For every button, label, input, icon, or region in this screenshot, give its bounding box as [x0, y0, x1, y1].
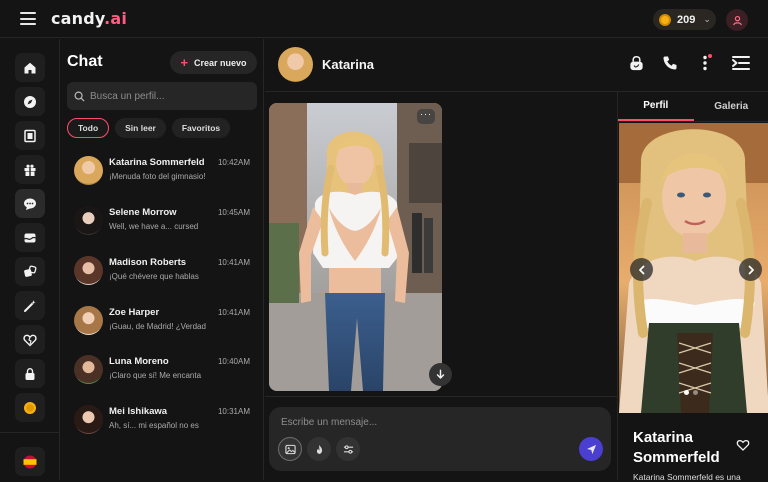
conversation-preview: ¡Guau, de Madrid! ¿Verdad [109, 322, 214, 331]
chat-main: Katarina [265, 39, 617, 480]
chat-photo-message[interactable] [269, 103, 442, 391]
search-icon [74, 91, 85, 102]
profile-panel: Perfil Galeria [617, 92, 768, 480]
conversation-time: 10:31AM [218, 407, 250, 416]
gallery-dot[interactable] [693, 390, 698, 395]
send-icon [586, 444, 597, 455]
filter-favorites[interactable]: Favoritos [172, 118, 230, 138]
chevron-right-icon[interactable] [739, 258, 762, 281]
coin-icon[interactable] [15, 393, 45, 422]
search-placeholder: Busca un perfil... [90, 91, 164, 102]
rail-divider [0, 432, 60, 433]
flag-es-icon[interactable] [15, 447, 45, 476]
gift-icon[interactable] [15, 155, 45, 184]
menu-icon[interactable] [20, 12, 36, 25]
cards-icon[interactable] [15, 223, 45, 252]
avatar [74, 355, 103, 384]
conversation-name: Katarina Sommerfeld [109, 157, 205, 168]
user-account-button[interactable] [726, 9, 748, 31]
contact-avatar[interactable] [278, 47, 313, 82]
logo-suffix: .ai [104, 9, 127, 28]
tab-profile[interactable]: Perfil [618, 92, 694, 121]
filter-unread[interactable]: Sin leer [115, 118, 166, 138]
profile-description: Katarina Sommerfeld es una [633, 472, 763, 482]
top-bar: candy.ai 209 ⌄ [0, 0, 768, 38]
image-icon[interactable] [278, 437, 302, 461]
avatar [74, 405, 103, 434]
avatar [74, 156, 103, 185]
chevron-down-icon: ⌄ [703, 14, 711, 25]
conversation-name: Madison Roberts [109, 257, 186, 268]
filter-all[interactable]: Todo [67, 118, 109, 138]
conversation-name: Mei Ishikawa [109, 406, 167, 417]
coin-icon [659, 14, 671, 26]
create-new-label: Crear nuevo [194, 58, 247, 68]
avatar [74, 206, 103, 235]
conversation-preview: ¡Menuda foto del gimnasio! [109, 172, 214, 181]
sliders-icon[interactable] [336, 437, 360, 461]
favorite-heart-icon[interactable] [736, 438, 753, 455]
gallery-dot[interactable] [684, 390, 689, 395]
create-new-button[interactable]: + Crear nuevo [170, 51, 257, 74]
conversation-time: 10:41AM [218, 308, 250, 317]
contact-name[interactable]: Katarina [322, 57, 374, 72]
lock-icon[interactable] [15, 359, 45, 388]
conversation-time: 10:41AM [218, 258, 250, 267]
conversation-item[interactable]: Zoe Harper 10:41AM ¡Guau, de Madrid! ¿Ve… [74, 302, 259, 342]
compass-icon[interactable] [15, 87, 45, 116]
profile-name: Katarina Sommerfeld [633, 428, 733, 468]
collapse-panel-icon[interactable] [731, 53, 751, 73]
conversation-item[interactable]: Mei Ishikawa 10:31AM Ah, sí... mi españo… [74, 401, 259, 441]
logo-text: candy [51, 9, 104, 28]
profile-tabs: Perfil Galeria [618, 92, 768, 122]
send-button[interactable] [579, 437, 603, 461]
phone-icon[interactable] [660, 53, 680, 73]
conversation-item[interactable]: Selene Morrow 10:45AM Well, we have a...… [74, 202, 259, 242]
plus-icon: + [180, 55, 188, 70]
download-icon[interactable] [429, 363, 452, 386]
conversation-name: Zoe Harper [109, 307, 159, 318]
gallery-dots [684, 390, 698, 395]
chat-list-title: Chat [67, 53, 103, 71]
logo[interactable]: candy.ai [51, 9, 127, 28]
lock-icon[interactable] [626, 53, 646, 73]
film-icon[interactable] [15, 121, 45, 150]
home-icon[interactable] [15, 53, 45, 82]
chevron-left-icon[interactable] [630, 258, 653, 281]
user-icon [732, 15, 743, 26]
conversation-item[interactable]: Katarina Sommerfeld 10:42AM ¡Menuda foto… [74, 152, 259, 192]
message-input-placeholder: Escribe un mensaje... [281, 417, 377, 428]
more-vertical-icon[interactable] [695, 53, 715, 73]
conversation-item[interactable]: Luna Moreno 10:40AM ¡Claro que sí! Me en… [74, 351, 259, 391]
conversation-preview: ¡Qué chévere que hablas [109, 272, 214, 281]
magic-wand-icon[interactable] [15, 291, 45, 320]
message-composer[interactable]: Escribe un mensaje... [269, 407, 611, 471]
conversation-name: Luna Moreno [109, 356, 169, 367]
dice-icon[interactable] [15, 257, 45, 286]
search-input[interactable]: Busca un perfil... [67, 82, 257, 110]
conversation-item[interactable]: Madison Roberts 10:41AM ¡Qué chévere que… [74, 252, 259, 292]
filter-chips: Todo Sin leer Favoritos [67, 118, 230, 138]
coin-balance-button[interactable]: 209 ⌄ [653, 9, 716, 30]
chat-bubble-icon[interactable] [15, 189, 45, 218]
conversation-preview: Well, we have a... cursed [109, 222, 214, 231]
conversation-preview: Ah, sí... mi español no es [109, 421, 214, 430]
conversation-name: Selene Morrow [109, 207, 177, 218]
tab-gallery[interactable]: Galeria [694, 92, 768, 121]
avatar [74, 306, 103, 335]
fire-icon[interactable] [307, 437, 331, 461]
chat-header: Katarina [265, 39, 768, 92]
composer-divider [265, 396, 617, 397]
conversation-preview: ¡Claro que sí! Me encanta [109, 371, 214, 380]
coin-count: 209 [677, 14, 695, 26]
chat-list-panel: Chat + Crear nuevo Busca un perfil... To… [61, 39, 264, 480]
avatar [74, 256, 103, 285]
heart-icon[interactable] [15, 325, 45, 354]
conversation-time: 10:40AM [218, 357, 250, 366]
conversation-time: 10:42AM [218, 158, 250, 167]
icon-rail [0, 39, 60, 480]
more-horizontal-icon[interactable]: ··· [417, 109, 435, 124]
conversation-time: 10:45AM [218, 208, 250, 217]
